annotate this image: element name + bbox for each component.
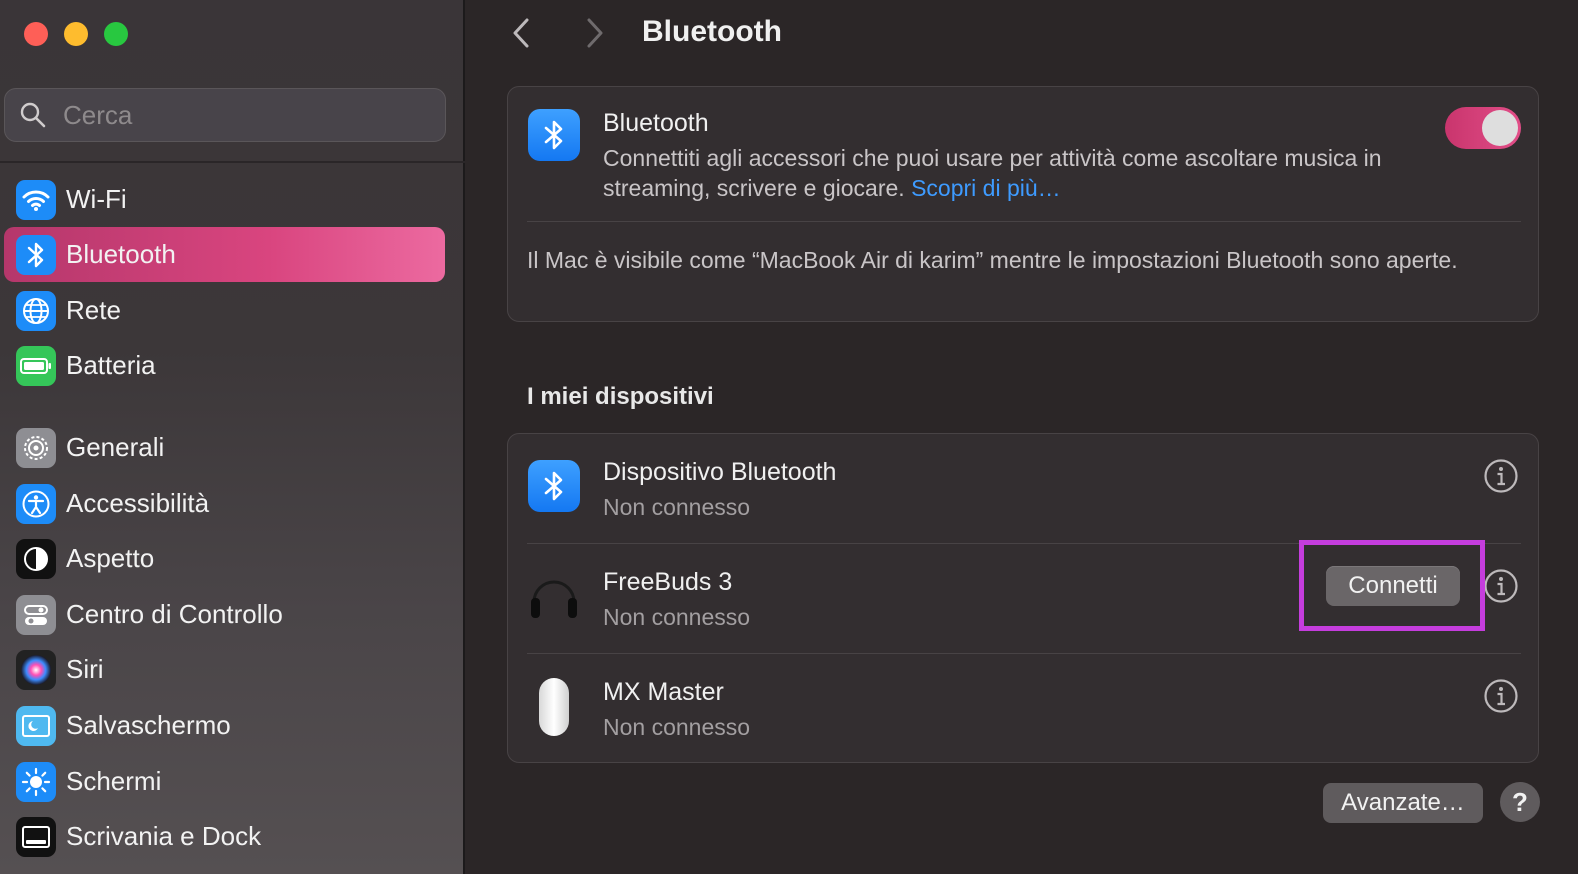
sidebar-item-centro-di-controllo[interactable]: Centro di Controllo <box>4 587 445 642</box>
sidebar-item-scrivania-e-dock[interactable]: Scrivania e Dock <box>4 809 445 864</box>
device-name: FreeBuds 3 <box>603 568 733 596</box>
bluetooth-icon <box>528 109 580 161</box>
sidebar-item-label: Generali <box>66 432 165 462</box>
visibility-note: Il Mac è visibile come “MacBook Air di k… <box>527 247 1458 273</box>
siri-icon <box>16 649 56 690</box>
learn-more-link[interactable]: Scopri di più… <box>911 175 1061 201</box>
sidebar-item-aspetto[interactable]: Aspetto <box>4 531 445 586</box>
sidebar-item-label: Scrivania e Dock <box>66 821 262 851</box>
sidebar-item-label: Siri <box>66 654 104 684</box>
search-field[interactable] <box>4 88 446 142</box>
main-pane: Bluetooth Bluetooth Connettiti agli acce… <box>467 0 1578 874</box>
wifi-icon <box>16 179 56 220</box>
control-center-icon <box>16 594 56 635</box>
sidebar-item-wifi[interactable]: Wi-Fi <box>4 172 445 227</box>
toggle-knob <box>1482 110 1518 146</box>
back-chevron-icon[interactable] <box>509 16 535 50</box>
sidebar-item-siri[interactable]: Siri <box>4 642 445 697</box>
forward-chevron-icon[interactable] <box>581 16 607 50</box>
bluetooth-icon <box>16 234 56 275</box>
device-status: Non connesso <box>603 494 751 520</box>
bluetooth-icon <box>528 460 580 512</box>
mouse-icon <box>539 678 569 736</box>
sidebar-item-batteria[interactable]: Batteria <box>4 338 445 393</box>
bluetooth-toggle[interactable] <box>1445 107 1521 149</box>
sun-icon <box>16 761 56 802</box>
bluetooth-card: Bluetooth Connettiti agli accessori che … <box>507 86 1539 322</box>
search-icon <box>20 102 46 128</box>
sidebar-item-label: Salvaschermo <box>66 710 231 740</box>
help-button[interactable]: ? <box>1500 782 1540 822</box>
device-name: MX Master <box>603 678 724 706</box>
sidebar-item-label: Accessibilità <box>66 488 210 518</box>
info-icon[interactable] <box>1483 458 1519 494</box>
device-row[interactable]: MX Master Non connesso <box>508 654 1540 764</box>
device-name: Dispositivo Bluetooth <box>603 458 837 486</box>
minimize-window-button[interactable] <box>64 22 88 46</box>
bluetooth-title: Bluetooth <box>603 109 709 137</box>
info-icon[interactable] <box>1483 678 1519 714</box>
sidebar: Wi-Fi Bluetooth Rete <box>0 0 465 874</box>
sidebar-item-label: Aspetto <box>66 543 155 573</box>
sidebar-item-label: Centro di Controllo <box>66 599 283 629</box>
device-row[interactable]: Dispositivo Bluetooth Non connesso <box>508 434 1540 544</box>
page-title: Bluetooth <box>642 15 782 48</box>
sidebar-item-label: Rete <box>66 295 121 325</box>
info-icon[interactable] <box>1483 568 1519 604</box>
battery-icon <box>16 345 56 386</box>
dock-icon <box>16 816 56 857</box>
sidebar-item-accessibilita[interactable]: Accessibilità <box>4 476 445 531</box>
window-controls <box>24 22 128 46</box>
earbuds-icon <box>531 580 577 618</box>
devices-section-title: I miei dispositivi <box>527 383 714 410</box>
maximize-window-button[interactable] <box>104 22 128 46</box>
appearance-icon <box>16 538 56 579</box>
connect-highlight-box <box>1299 540 1485 631</box>
sidebar-item-schermi[interactable]: Schermi <box>4 754 445 809</box>
sidebar-item-salvaschermo[interactable]: Salvaschermo <box>4 698 445 753</box>
device-status: Non connesso <box>603 714 751 740</box>
sidebar-item-label: Bluetooth <box>66 239 176 269</box>
sidebar-item-label: Schermi <box>66 766 162 796</box>
sidebar-item-label: Batteria <box>66 350 156 380</box>
sidebar-item-bluetooth[interactable]: Bluetooth <box>4 227 445 282</box>
card-divider <box>527 221 1521 222</box>
sidebar-divider <box>0 161 465 163</box>
device-status: Non connesso <box>603 604 751 630</box>
sidebar-item-rete[interactable]: Rete <box>4 283 445 338</box>
close-window-button[interactable] <box>24 22 48 46</box>
screensaver-icon <box>16 705 56 746</box>
bluetooth-description: Connettiti agli accessori che puoi usare… <box>603 143 1403 203</box>
gear-icon <box>16 427 56 468</box>
globe-icon <box>16 290 56 331</box>
accessibility-icon <box>16 483 56 524</box>
advanced-button[interactable]: Avanzate… <box>1323 783 1483 823</box>
search-input[interactable] <box>61 98 425 132</box>
sidebar-item-generali[interactable]: Generali <box>4 420 445 475</box>
sidebar-item-label: Wi-Fi <box>66 184 127 214</box>
